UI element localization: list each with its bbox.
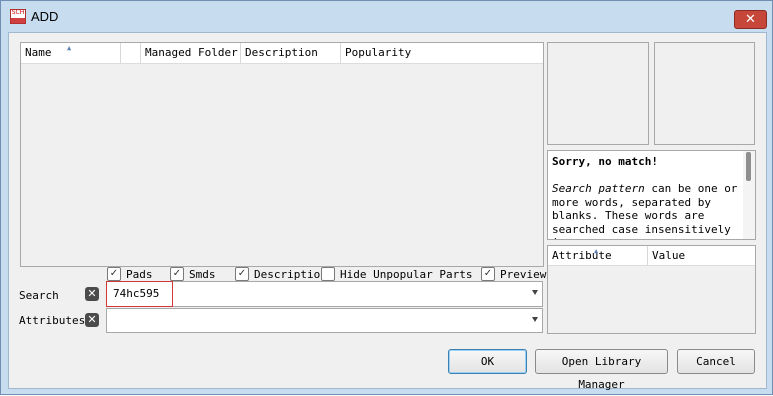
column-description-label: Description [245,46,318,59]
symbol-preview [547,42,649,145]
clear-search-icon[interactable]: ✕ [85,287,99,301]
ok-button[interactable]: OK [448,349,527,374]
chevron-down-icon[interactable] [532,290,538,295]
column-value-label: Value [652,249,686,262]
message-title: Sorry, no match! [552,155,658,168]
app-icon: SCH [10,9,26,24]
package-preview [654,42,755,145]
preview-checkbox[interactable]: ✓ [481,267,495,281]
dialog-body: Name ▲ Managed Folder Description Popula… [8,32,767,391]
attribute-table-header: Attribute ▲ Value [548,246,755,266]
clear-attributes-icon[interactable]: ✕ [85,313,99,327]
sort-ascending-icon: ▲ [594,247,599,255]
add-dialog: SCH ADD ✕ Name ▲ Managed Folder Descript… [0,0,773,395]
column-popularity-label: Popularity [345,46,412,59]
description-scrollbar[interactable] [743,151,755,239]
message-body: Search pattern can be one or more words,… [552,182,742,239]
results-list[interactable]: Name ▲ Managed Folder Description Popula… [20,42,544,267]
column-header-value[interactable]: Value [648,246,755,265]
title-bar[interactable]: SCH ADD ✕ [1,1,772,31]
description-checkbox[interactable]: ✓ [235,267,249,281]
column-managed-folder-label: Managed Folder [145,46,238,59]
close-icon: ✕ [745,12,756,27]
checkmark-icon: ✓ [172,268,182,279]
open-library-manager-button[interactable]: Open Library Manager [535,349,668,391]
hide-unpopular-label: Hide Unpopular Parts [340,268,473,281]
chevron-down-icon[interactable] [532,317,538,322]
message-body-emphasis: Search pattern [552,182,645,195]
column-header-description[interactable]: Description [241,43,341,63]
checkmark-icon: ✓ [237,268,247,279]
app-icon-text: SCH [11,9,25,16]
column-header-attribute[interactable]: Attribute ▲ [548,246,648,265]
description-option-label: Description [254,268,327,281]
results-header: Name ▲ Managed Folder Description Popula… [21,43,543,64]
smds-checkbox[interactable]: ✓ [170,267,184,281]
column-header-popularity[interactable]: Popularity [341,43,543,63]
smds-label: Smds [189,268,216,281]
column-header-blank[interactable] [121,43,141,63]
search-input[interactable]: 74hc595 [106,281,173,307]
pads-label: Pads [126,268,153,281]
hide-unpopular-checkbox[interactable] [321,267,335,281]
scrollbar-thumb[interactable] [746,152,751,181]
column-attribute-label: Attribute [552,249,612,262]
column-name-label: Name [25,46,52,59]
column-header-managed-folder[interactable]: Managed Folder [141,43,241,63]
preview-label: Preview [500,268,547,281]
column-header-name[interactable]: Name ▲ [21,43,121,63]
cancel-button[interactable]: Cancel [677,349,755,374]
search-label: Search [19,289,59,302]
description-panel[interactable]: Sorry, no match! Search pattern can be o… [547,150,756,240]
checkmark-icon: ✓ [483,268,493,279]
pads-checkbox[interactable]: ✓ [107,267,121,281]
sort-ascending-icon: ▲ [67,44,72,52]
window-title: ADD [31,9,59,24]
checkmark-icon: ✓ [109,268,119,279]
attributes-label: Attributes [19,314,86,327]
attribute-table[interactable]: Attribute ▲ Value [547,245,756,334]
app-icon-bar [11,18,25,23]
close-button[interactable]: ✕ [734,10,767,29]
attributes-combobox[interactable] [106,308,543,333]
